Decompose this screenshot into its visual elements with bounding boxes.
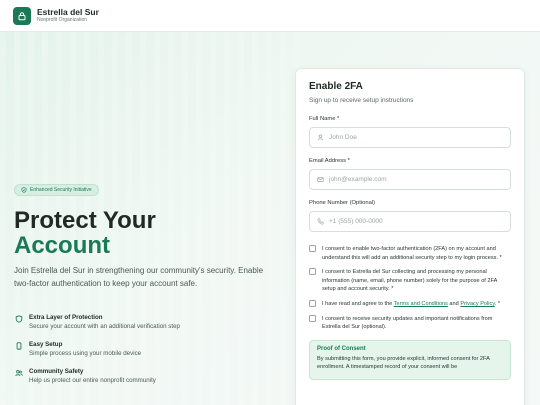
feature-description: Simple process using your mobile device xyxy=(29,350,142,357)
feature-title: Extra Layer of Protection xyxy=(29,314,103,321)
consent-data-label: I consent to Estrella del Sur collecting… xyxy=(322,269,498,293)
lock-icon xyxy=(18,11,26,20)
consent-data-checkbox[interactable] xyxy=(309,268,316,276)
phone-icon xyxy=(14,341,23,350)
badge-label: Enhanced Security Initiative xyxy=(30,187,92,193)
terms-suffix: . * xyxy=(494,300,501,307)
security-badge: Enhanced Security Initiative xyxy=(14,184,99,196)
consent-data: I consent to Estrella del Sur collecting… xyxy=(309,268,511,294)
hero-section: Enhanced Security Initiative Protect You… xyxy=(14,180,284,290)
proof-of-consent: Proof of Consent By submitting this form… xyxy=(309,339,511,380)
consent-2fa-checkbox[interactable] xyxy=(309,245,316,252)
full-name-field[interactable] xyxy=(309,127,511,148)
feature-item: Easy Setup Simple process using your mob… xyxy=(14,341,284,368)
email-label: Email Address * xyxy=(309,158,350,164)
proof-text: By submitting this form, you provide exp… xyxy=(317,355,490,370)
phone-label: Phone Number (Optional) xyxy=(309,200,376,206)
title-line-2: Account xyxy=(14,232,110,259)
phone-icon xyxy=(317,218,324,225)
brand: Estrella del Sur Nonprofit Organization xyxy=(37,6,99,24)
proof-title: Proof of Consent xyxy=(317,345,366,352)
enable-2fa-form: Enable 2FA Sign up to receive setup inst… xyxy=(295,68,525,405)
terms-link[interactable]: Terms and Conditions xyxy=(394,301,448,307)
consent-terms-checkbox[interactable] xyxy=(309,299,316,307)
feature-title: Community Safety xyxy=(29,368,84,375)
email-input[interactable] xyxy=(329,176,499,183)
full-name-label: Full Name * xyxy=(309,116,340,122)
logo[interactable] xyxy=(13,6,31,25)
brand-name: Estrella del Sur xyxy=(37,6,99,17)
top-header: Estrella del Sur Nonprofit Organization xyxy=(0,0,540,32)
people-icon xyxy=(14,368,23,377)
full-name-input[interactable] xyxy=(329,134,499,141)
page-title: Protect Your Account xyxy=(14,208,284,258)
feature-item: Extra Layer of Protection Secure your ac… xyxy=(14,314,284,341)
form-title: Enable 2FA xyxy=(309,81,363,92)
email-field[interactable] xyxy=(309,169,511,190)
shield-check-icon xyxy=(21,187,27,193)
privacy-link[interactable]: Privacy Policy xyxy=(460,301,494,307)
mail-icon xyxy=(317,177,324,182)
title-line-1: Protect Your xyxy=(14,207,156,234)
consent-updates: I consent to receive security updates an… xyxy=(309,314,511,332)
feature-list: Extra Layer of Protection Secure your ac… xyxy=(14,314,284,395)
terms-prefix: I have read and agree to the xyxy=(322,300,394,307)
consent-terms-label: I have read and agree to the Terms and C… xyxy=(322,300,511,309)
feature-title: Easy Setup xyxy=(29,341,63,348)
consent-updates-label: I consent to receive security updates an… xyxy=(322,315,493,331)
brand-subtitle: Nonprofit Organization xyxy=(37,16,88,23)
phone-field[interactable] xyxy=(309,211,511,232)
consent-2fa: I consent to enable two-factor authentic… xyxy=(309,245,511,262)
shield-icon xyxy=(14,314,23,323)
hero-description: Join Estrella del Sur in strengthening o… xyxy=(14,266,264,288)
phone-input[interactable] xyxy=(329,218,499,225)
consent-updates-checkbox[interactable] xyxy=(309,314,316,322)
feature-description: Secure your account with an additional v… xyxy=(29,323,180,330)
terms-and: and xyxy=(447,300,461,307)
form-subtitle: Sign up to receive setup instructions xyxy=(309,97,414,104)
feature-description: Help us protect our entire nonprofit com… xyxy=(29,377,156,384)
feature-item: Community Safety Help us protect our ent… xyxy=(14,368,284,395)
consent-list: I consent to enable two-factor authentic… xyxy=(309,245,511,332)
consent-terms: I have read and agree to the Terms and C… xyxy=(309,299,511,309)
user-icon xyxy=(317,134,324,141)
consent-2fa-label: I consent to enable two-factor authentic… xyxy=(322,246,502,261)
